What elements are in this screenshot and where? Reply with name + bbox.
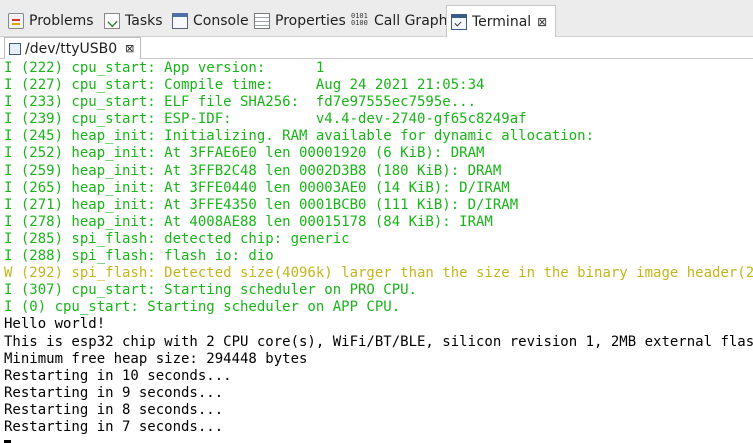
terminal-line: I (233) cpu_start: ELF file SHA256: fd7e… bbox=[4, 94, 477, 111]
call-graph-icon: 0101 0100 bbox=[351, 11, 368, 27]
terminal-line: I (285) spi_flash: detected chip: generi… bbox=[4, 230, 350, 247]
tasks-icon bbox=[104, 12, 120, 29]
terminal-line: Hello world! bbox=[4, 316, 106, 333]
terminal-line: W (292) spi_flash: Detected size(4096k) … bbox=[4, 265, 753, 282]
close-terminal-view-icon[interactable]: ⊠ bbox=[537, 15, 547, 29]
terminal-line: I (239) cpu_start: ESP-IDF: v4.4-dev-274… bbox=[4, 111, 527, 128]
tab-tasks-label: Tasks bbox=[125, 12, 163, 29]
terminal-icon bbox=[451, 13, 467, 30]
console-icon bbox=[172, 12, 188, 29]
terminal-line: I (271) heap_init: At 3FFE4350 len 0001B… bbox=[4, 196, 519, 213]
terminal-line: Restarting in 7 seconds... bbox=[4, 418, 224, 435]
problems-icon bbox=[8, 12, 24, 29]
tab-console-label: Console bbox=[193, 12, 249, 29]
tab-connection[interactable]: /dev/ttyUSB0 ⊠ bbox=[4, 37, 142, 59]
terminal-line: Restarting in 9 seconds... bbox=[4, 384, 224, 401]
tab-properties[interactable]: Properties bbox=[250, 6, 346, 35]
tab-terminal-label: Terminal bbox=[472, 13, 532, 30]
terminal-line: Minimum free heap size: 294448 bytes bbox=[4, 350, 308, 367]
terminal-output[interactable]: I (222) cpu_start: App version: 1I (227)… bbox=[4, 60, 753, 443]
terminal-line: I (288) spi_flash: flash io: dio bbox=[4, 248, 274, 265]
terminal-line: Restarting in 10 seconds... bbox=[4, 367, 232, 384]
terminal-line: I (259) heap_init: At 3FFB2C48 len 0002D… bbox=[4, 162, 502, 179]
terminal-line: This is esp32 chip with 2 CPU core(s), W… bbox=[4, 333, 753, 350]
terminal-line: I (222) cpu_start: App version: 1 bbox=[4, 60, 325, 76]
terminal-line: I (245) heap_init: Initializing. RAM ava… bbox=[4, 128, 595, 145]
tab-call-graph[interactable]: 0101 0100 Call Graph bbox=[347, 6, 448, 35]
terminal-line: Restarting in 8 seconds... bbox=[4, 401, 224, 418]
terminal-line: I (0) cpu_start: Starting scheduler on A… bbox=[4, 299, 401, 316]
properties-icon bbox=[254, 12, 270, 29]
tab-tasks[interactable]: Tasks bbox=[100, 6, 163, 35]
tab-console[interactable]: Console bbox=[168, 6, 249, 35]
tab-call-graph-label: Call Graph bbox=[374, 12, 448, 29]
serial-port-icon bbox=[9, 42, 21, 55]
terminal-line: I (265) heap_init: At 3FFE0440 len 00003… bbox=[4, 179, 510, 196]
connection-tab-bar: /dev/ttyUSB0 ⊠ bbox=[0, 37, 753, 59]
terminal-line: I (307) cpu_start: Starting scheduler on… bbox=[4, 282, 418, 299]
terminal-line: I (252) heap_init: At 3FFAE6E0 len 00001… bbox=[4, 145, 485, 162]
tab-terminal[interactable]: Terminal ⊠ bbox=[446, 5, 557, 37]
tab-problems[interactable]: Problems bbox=[4, 6, 94, 35]
terminal-cursor-line bbox=[4, 436, 753, 443]
terminal-line: I (278) heap_init: At 4008AE88 len 00015… bbox=[4, 213, 493, 230]
view-tab-bar: Problems Tasks Console Properties 0101 0… bbox=[0, 0, 753, 37]
close-connection-icon[interactable]: ⊠ bbox=[125, 42, 134, 55]
terminal-line: I (227) cpu_start: Compile time: Aug 24 … bbox=[4, 77, 485, 94]
tab-problems-label: Problems bbox=[29, 12, 94, 29]
connection-tab-label: /dev/ttyUSB0 bbox=[25, 40, 118, 57]
tab-properties-label: Properties bbox=[275, 12, 346, 29]
